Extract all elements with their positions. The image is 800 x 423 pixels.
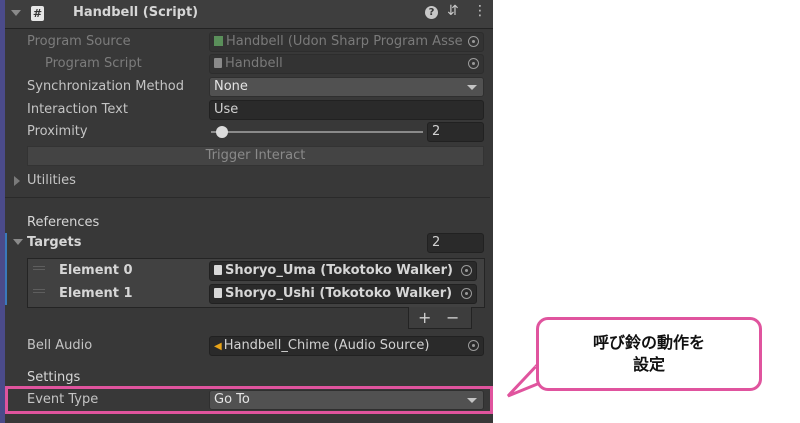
object-picker-icon[interactable] [461, 265, 472, 276]
program-script-field: Handbell [209, 54, 484, 74]
bell-audio-field[interactable]: ◀ Handbell_Chime (Audio Source) [209, 336, 484, 356]
script-file-icon [214, 58, 222, 68]
script-icon: # [31, 6, 44, 21]
settings-header: Settings [27, 370, 81, 385]
script-file-icon [214, 265, 222, 275]
foldout-arrow-icon[interactable] [11, 10, 21, 16]
interaction-text-label: Interaction Text [27, 102, 128, 117]
more-menu-icon[interactable]: ⋮ [473, 3, 487, 19]
targets-foldout-icon[interactable] [13, 239, 23, 245]
bell-audio-label: Bell Audio [27, 338, 93, 353]
element-1-label: Element 1 [59, 286, 133, 301]
callout-line-1: 呼び鈴の動作を [592, 333, 705, 352]
targets-focus-bar [5, 233, 7, 305]
remove-element-button[interactable]: − [446, 308, 459, 327]
audio-source-icon: ◀ [214, 341, 222, 352]
element-0-label: Element 0 [59, 263, 133, 278]
drag-handle-icon[interactable] [33, 289, 45, 293]
targets-foldout[interactable]: Targets [27, 233, 81, 253]
utilities-foldout-icon[interactable] [14, 176, 20, 186]
sync-method-dropdown[interactable]: None [209, 77, 484, 97]
element-0-field[interactable]: Shoryo_Uma (Tokotoko Walker) [209, 261, 477, 281]
drag-handle-icon[interactable] [33, 266, 45, 270]
event-type-highlight [5, 386, 493, 414]
sync-method-label: Synchronization Method [27, 79, 185, 94]
interaction-text-input[interactable]: Use [209, 100, 484, 120]
program-asset-icon [214, 36, 223, 46]
callout-line-2: 設定 [632, 355, 665, 374]
object-picker-icon[interactable] [461, 288, 472, 299]
utilities-foldout[interactable]: Utilities [27, 171, 76, 191]
presets-icon[interactable]: ⇵ [447, 3, 459, 19]
program-source-label: Program Source [27, 34, 131, 49]
references-header: References [27, 215, 100, 230]
inspector-left-bar [0, 0, 5, 423]
section-divider [5, 197, 490, 198]
proximity-slider-track[interactable] [211, 131, 423, 133]
proximity-label: Proximity [27, 124, 88, 139]
script-file-icon [214, 288, 222, 298]
object-picker-icon [468, 58, 479, 69]
add-element-button[interactable]: + [418, 308, 431, 327]
object-picker-icon[interactable] [468, 340, 479, 351]
object-picker-icon [468, 36, 479, 47]
help-icon[interactable]: ? [425, 6, 438, 19]
proximity-value-input[interactable]: 2 [427, 122, 484, 142]
dropdown-arrow-icon [467, 85, 477, 90]
component-title: Handbell (Script) [73, 5, 199, 20]
program-script-label: Program Script [45, 56, 142, 71]
targets-size-input[interactable]: 2 [427, 233, 484, 253]
trigger-interact-button[interactable]: Trigger Interact [27, 146, 484, 166]
element-1-field[interactable]: Shoryo_Ushi (Tokotoko Walker) [209, 284, 477, 304]
component-header[interactable]: # Handbell (Script) ? ⇵ ⋮ [5, 0, 493, 29]
program-source-field: Handbell (Udon Sharp Program Asse [209, 32, 484, 52]
callout-box: 呼び鈴の動作を 設定 [536, 317, 762, 391]
proximity-slider-knob[interactable] [215, 126, 228, 138]
